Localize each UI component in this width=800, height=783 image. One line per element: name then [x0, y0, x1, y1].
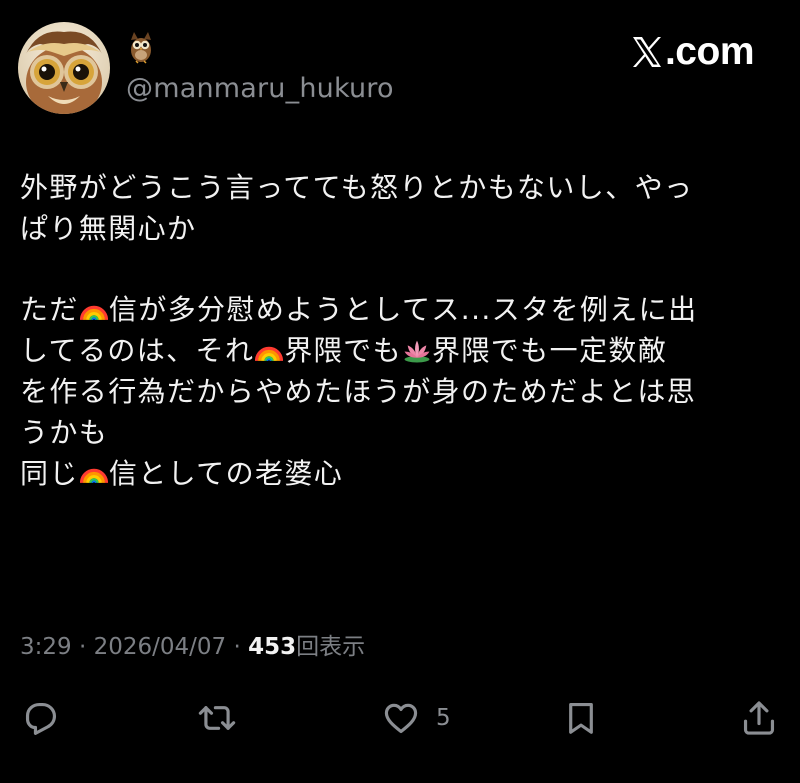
post-text-segment: 同じ: [20, 456, 79, 490]
post-header: @manmaru_hukuro .com: [0, 0, 800, 130]
meta-separator: ·: [226, 634, 249, 660]
post-line: ぱり無関心か: [20, 211, 197, 245]
post-text-segment: 信が多分慰めようとしてス...スタを例えに出: [108, 293, 698, 327]
owl-avatar-image: [18, 22, 110, 114]
avatar[interactable]: [18, 22, 110, 114]
reply-button[interactable]: [22, 698, 60, 738]
heart-icon: [384, 703, 418, 734]
x-brand-logo: .com: [631, 30, 755, 74]
owl-emoji-icon: [131, 32, 151, 64]
post-line: 同じ 信としての老婆心: [20, 454, 790, 495]
post-text: 外野がどうこう言ってても怒りとかもないし、やっ ぱり無関心か ただ 信が多分慰めよ…: [20, 168, 790, 494]
brand-text: .com: [664, 30, 755, 73]
display-name[interactable]: [128, 30, 154, 72]
like-button[interactable]: 5: [382, 698, 451, 738]
post-line: してるのは、それ 界隈でも 界隈でも一定数敵: [20, 331, 790, 372]
post-meta: 3:29 · 2026/04/07 · 453回表示: [20, 630, 365, 664]
post-text-segment: 界隈でも: [284, 334, 402, 368]
rainbow-emoji-icon: [79, 469, 108, 484]
post-time[interactable]: 3:29: [20, 634, 72, 660]
post-text-segment: してるのは、それ: [20, 334, 255, 368]
post-text-segment: ただ: [20, 293, 79, 327]
post-line: うかも: [20, 415, 109, 449]
rainbow-emoji-icon: [255, 346, 284, 362]
post-text-segment: 界隈でも一定数敵: [431, 334, 668, 368]
reply-icon: [25, 702, 57, 735]
lotus-emoji-icon: [404, 340, 430, 363]
rainbow-emoji-icon: [79, 306, 108, 321]
post-date[interactable]: 2026/04/07: [94, 634, 227, 660]
x-logo-icon: [632, 37, 661, 67]
post-line: 外野がどうこう言ってても怒りとかもないし、やっ: [20, 171, 694, 204]
views-count: 453: [248, 634, 297, 660]
share-icon: [743, 701, 775, 735]
share-button[interactable]: [740, 698, 778, 738]
post-text-segment: 信としての老婆心: [108, 456, 344, 490]
repost-icon: [198, 706, 236, 730]
post-line: ただ 信が多分慰めようとしてス...スタを例えに出: [20, 290, 790, 331]
user-handle[interactable]: @manmaru_hukuro: [126, 72, 394, 106]
like-count: 5: [436, 705, 451, 731]
views-label: 回表示: [296, 634, 366, 660]
repost-button[interactable]: [198, 698, 236, 738]
bookmark-button[interactable]: [562, 698, 600, 738]
action-bar: 5: [0, 690, 800, 750]
bookmark-icon: [569, 702, 593, 734]
post-line: を作る行為だからやめたほうが身のためだよとは思: [20, 374, 697, 408]
meta-separator: ·: [71, 634, 94, 660]
